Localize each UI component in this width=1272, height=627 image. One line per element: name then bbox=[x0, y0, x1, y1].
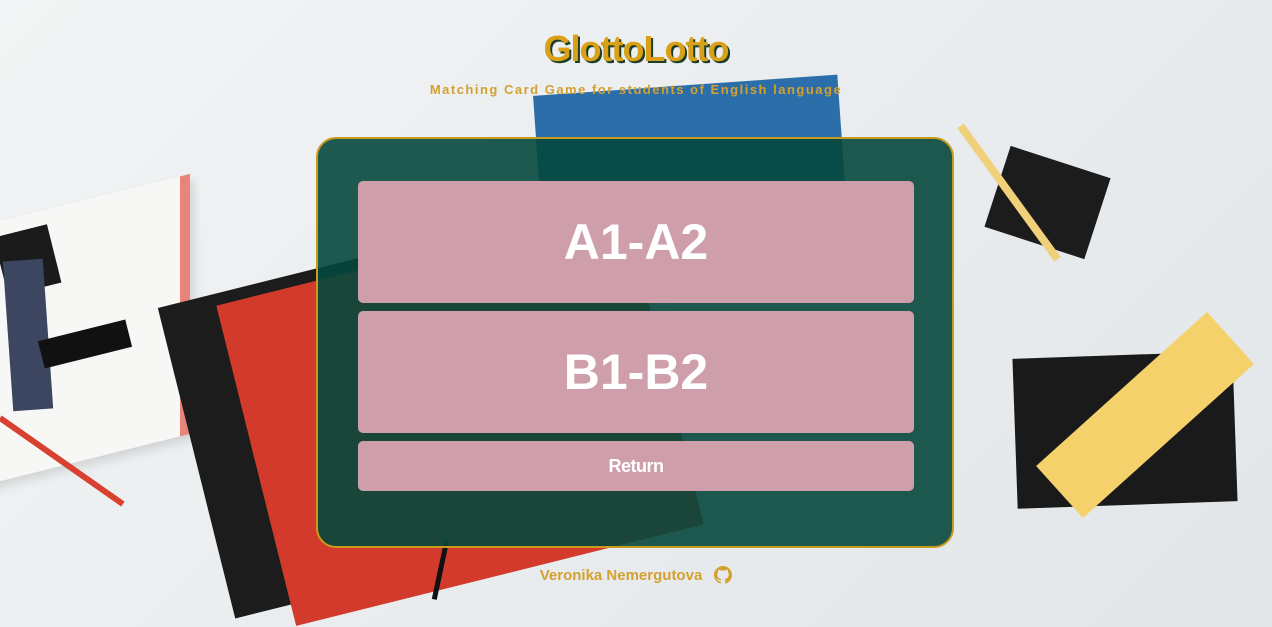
level-a1-a2-button[interactable]: A1-A2 bbox=[358, 181, 914, 303]
author-name: Veronika Nemergutova bbox=[539, 566, 703, 584]
return-button[interactable]: Return bbox=[358, 441, 914, 491]
github-icon[interactable] bbox=[714, 566, 733, 584]
app-title: GlottoLotto bbox=[543, 28, 730, 69]
app-subtitle: Matching Card Game for students of Engli… bbox=[429, 82, 843, 97]
footer: Veronika Nemergutova bbox=[0, 566, 1272, 584]
level-select-panel: A1-A2 B1-B2 Return bbox=[316, 137, 954, 548]
level-b1-b2-button[interactable]: B1-B2 bbox=[358, 311, 914, 433]
